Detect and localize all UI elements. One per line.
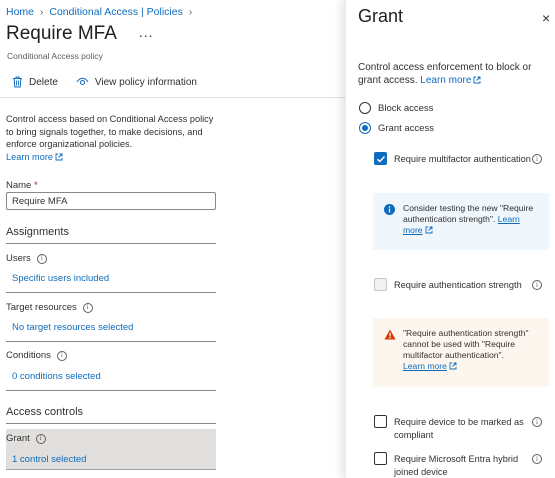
eye-icon: [76, 77, 89, 87]
info-icon[interactable]: i: [56, 350, 67, 361]
grant-link[interactable]: 1 control selected: [12, 454, 86, 465]
info-icon[interactable]: i: [35, 433, 46, 444]
panel-learn-more-link[interactable]: Learn more: [420, 75, 471, 86]
more-options-button[interactable]: ...: [139, 24, 154, 40]
divider: [6, 341, 216, 342]
users-label-text: Users: [6, 253, 31, 264]
users-link[interactable]: Specific users included: [12, 273, 109, 284]
divider: [0, 97, 345, 98]
conditions-link[interactable]: 0 conditions selected: [12, 371, 101, 382]
checkbox-require-mfa[interactable]: [374, 152, 387, 165]
checkbox-auth-strength-label: Require authentication strength: [394, 280, 522, 290]
radio-block-access[interactable]: Block access: [359, 102, 433, 114]
required-mark: *: [33, 180, 38, 191]
divider: [6, 390, 216, 391]
toolbar: Delete View policy information: [12, 76, 197, 88]
checkbox-require-authentication-strength[interactable]: [374, 278, 387, 291]
access-controls-heading: Access controls: [6, 406, 84, 418]
radio-grant-label: Grant access: [378, 122, 434, 134]
name-field[interactable]: [6, 192, 216, 210]
divider: [6, 243, 216, 244]
checkbox-require-hybrid-joined-device[interactable]: [374, 452, 387, 465]
checkbox-hybrid-joined-label: Require Microsoft Entra hybrid joined de…: [394, 454, 519, 477]
radio-button[interactable]: [359, 102, 371, 114]
chevron-right-icon: ›: [40, 6, 44, 18]
info-icon[interactable]: i: [82, 302, 93, 313]
radio-block-label: Block access: [378, 102, 434, 114]
info-icon[interactable]: i: [532, 417, 542, 427]
breadcrumb-home[interactable]: Home: [6, 6, 34, 18]
name-label-text: Name: [6, 180, 32, 191]
target-resources-label: Target resources i: [6, 302, 93, 313]
warning-icon: [384, 329, 396, 343]
conditions-label: Conditions i: [6, 350, 67, 361]
divider: [6, 292, 216, 293]
warning-notice-learn-more-link[interactable]: Learn more: [403, 361, 447, 371]
target-resources-link[interactable]: No target resources selected: [12, 322, 133, 333]
assignments-heading: Assignments: [6, 226, 69, 238]
delete-label: Delete: [29, 76, 58, 88]
view-policy-info-button[interactable]: View policy information: [76, 77, 197, 88]
users-label: Users i: [6, 253, 47, 264]
page-title: Require MFA: [6, 23, 117, 44]
external-link-icon: [425, 226, 433, 237]
close-button[interactable]: ×: [542, 10, 550, 26]
grant-panel: Grant × Control access enforcement to bl…: [345, 0, 555, 478]
panel-title: Grant: [358, 6, 404, 26]
title-row: Require MFA ...: [6, 23, 154, 45]
grant-label-text: Grant: [6, 433, 30, 444]
warning-notice: "Require authentication strength" cannot…: [373, 318, 549, 387]
warning-notice-text: "Require authentication strength" cannot…: [403, 328, 529, 360]
info-icon[interactable]: i: [532, 280, 542, 290]
target-resources-label-text: Target resources: [6, 302, 77, 313]
external-link-icon: [449, 362, 457, 373]
divider: [6, 423, 216, 424]
view-policy-info-label: View policy information: [94, 76, 197, 88]
trash-icon: [12, 76, 23, 88]
checkbox-compliant-device-label: Require device to be marked as compliant: [394, 417, 524, 440]
info-icon[interactable]: i: [532, 454, 542, 464]
panel-description: Control access enforcement to block or g…: [358, 61, 548, 88]
external-link-icon: [473, 75, 481, 88]
info-icon[interactable]: i: [36, 253, 47, 264]
chevron-right-icon: ›: [188, 6, 193, 18]
policy-editor-pane: Home › Conditional Access | Policies › R…: [0, 0, 345, 478]
info-filled-icon: [384, 204, 395, 218]
conditions-label-text: Conditions: [6, 350, 51, 361]
checkmark-icon: [377, 156, 386, 163]
name-label: Name *: [6, 180, 38, 191]
checkbox-require-compliant-device[interactable]: [374, 415, 387, 428]
page-subtitle: Conditional Access policy: [7, 51, 103, 61]
external-link-icon: [55, 152, 63, 165]
description-text: Control access based on Conditional Acce…: [6, 114, 214, 150]
divider: [6, 469, 216, 470]
grant-label: Grant i: [6, 433, 46, 444]
breadcrumb-policies[interactable]: Conditional Access | Policies: [49, 6, 182, 18]
checkbox-require-mfa-label: Require multifactor authentication: [394, 154, 531, 164]
radio-button-selected[interactable]: [359, 122, 371, 134]
info-notice: Consider testing the new "Require authen…: [373, 193, 549, 250]
radio-grant-access[interactable]: Grant access: [359, 122, 434, 134]
breadcrumb: Home › Conditional Access | Policies ›: [6, 6, 192, 18]
policy-description: Control access based on Conditional Acce…: [6, 113, 216, 164]
learn-more-link[interactable]: Learn more: [6, 152, 53, 162]
info-icon[interactable]: i: [532, 154, 542, 164]
delete-button[interactable]: Delete: [12, 76, 58, 88]
